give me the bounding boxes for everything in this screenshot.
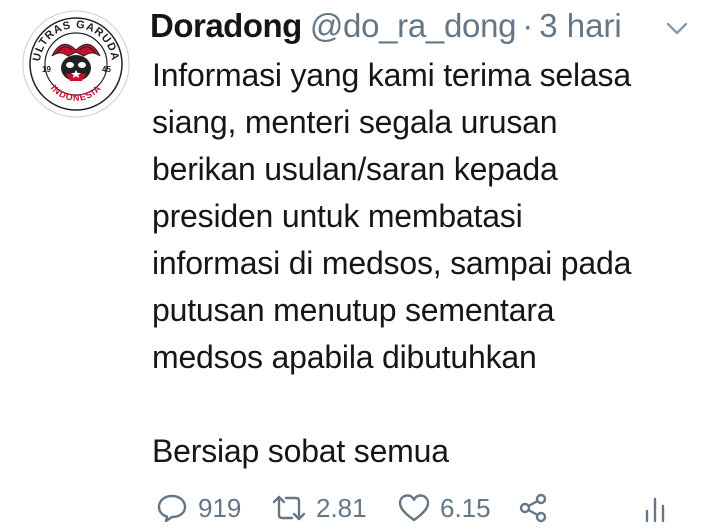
chevron-down-icon[interactable] — [664, 18, 690, 38]
like-button[interactable]: 6.15 — [398, 485, 502, 531]
tweet-text-line: berikan usulan/saran kepada — [152, 151, 558, 187]
tweet-text: Informasi yang kami terima selasa siang,… — [152, 52, 712, 475]
tweet-text-line: medsos apabila dibutuhkan — [152, 339, 537, 375]
tweet[interactable]: ULTRAS GARUDA INDONESIA 19 45 Doradong @… — [0, 0, 719, 528]
reply-icon — [157, 494, 187, 523]
retweet-count: 2.81 — [316, 492, 367, 523]
avatar-left-year: 19 — [42, 65, 51, 74]
tweet-text-line: informasi di medsos, sampai pada — [152, 245, 632, 281]
avatar[interactable]: ULTRAS GARUDA INDONESIA 19 45 — [22, 10, 130, 118]
timestamp[interactable]: 3 hari — [539, 4, 622, 48]
user-handle[interactable]: @do_ra_dong — [310, 4, 517, 48]
tweet-text-line: presiden untuk membatasi — [152, 198, 523, 234]
tweet-actions: 919 2.81 6.15 — [152, 485, 719, 531]
tweet-text-line: putusan menutup sementara — [152, 292, 555, 328]
avatar-right-year: 45 — [102, 65, 111, 74]
reply-count: 919 — [198, 492, 242, 523]
share-button[interactable] — [518, 485, 548, 531]
like-count: 6.15 — [440, 492, 491, 523]
separator-dot: · — [522, 7, 534, 44]
reply-button[interactable]: 919 — [156, 485, 241, 531]
retweet-icon — [272, 495, 306, 521]
tweet-text-line: Informasi yang kami terima selasa — [152, 57, 631, 93]
tweet-text-line: siang, menteri segala urusan — [152, 104, 558, 140]
tweet-text-line: Bersiap sobat semua — [152, 433, 449, 469]
tweet-activity-button[interactable] — [642, 485, 668, 531]
heart-icon — [398, 494, 430, 522]
retweet-button[interactable]: 2.81 — [272, 485, 367, 531]
share-icon — [519, 493, 547, 523]
display-name[interactable]: Doradong — [150, 4, 302, 48]
ultras-garuda-logo: ULTRAS GARUDA INDONESIA 19 45 — [22, 10, 130, 118]
tweet-header: Doradong @do_ra_dong · 3 hari — [150, 4, 622, 48]
stats-icon — [645, 497, 665, 523]
